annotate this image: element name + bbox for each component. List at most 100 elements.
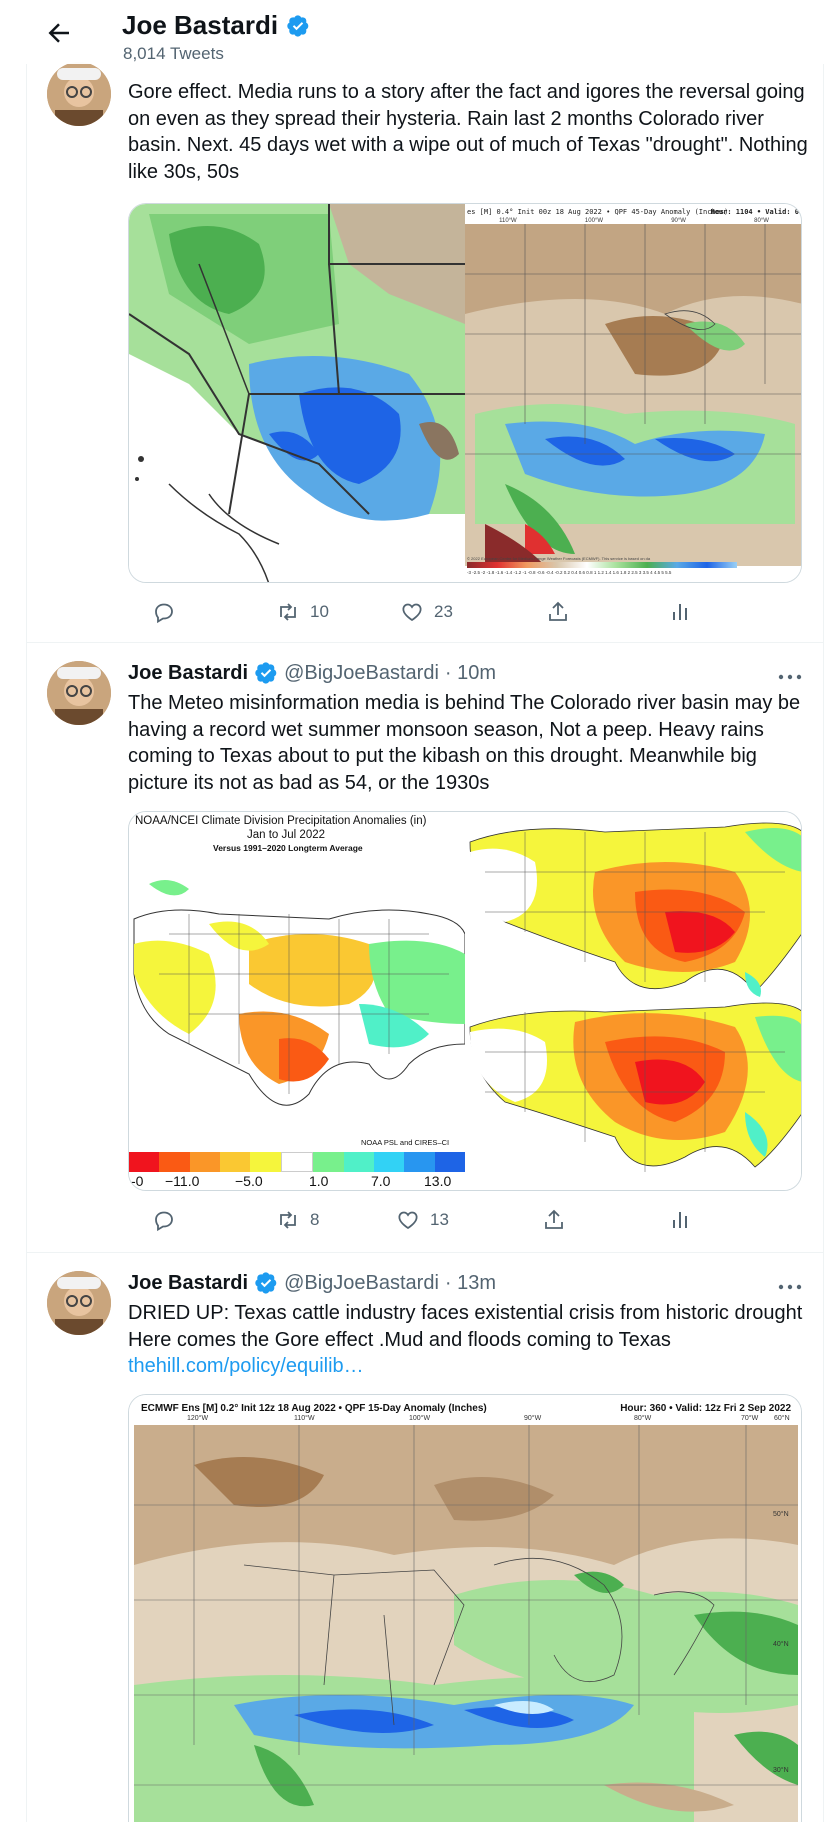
tweet-header: Joe Bastardi @BigJoeBastardi · 13m — [128, 1271, 496, 1295]
author-name[interactable]: Joe Bastardi — [128, 1272, 248, 1295]
lon-label: 70°W — [741, 1415, 759, 1422]
ecmwf-45day-map: es [M] 0.4° Init 00z 18 Aug 2022 • QPF 4… — [465, 204, 801, 582]
map-title-line1: NOAA/NCEI Climate Division Precipitation… — [135, 815, 427, 827]
tweet-link[interactable]: thehill.com/policy/equilib… — [128, 1355, 364, 1377]
scale-swatch — [343, 1152, 374, 1172]
verified-badge-icon — [286, 14, 310, 38]
lon-label: 90°W — [524, 1415, 542, 1422]
verified-badge-icon — [254, 1271, 278, 1295]
share-icon — [549, 601, 567, 621]
tweet-count: 8,014 Tweets — [123, 44, 224, 63]
author-handle[interactable]: @BigJoeBastardi — [284, 662, 439, 685]
tweet[interactable]: Gore effect. Media runs to a story after… — [27, 40, 824, 643]
scale-label: 7.0 — [371, 1173, 391, 1189]
scale-swatch — [280, 1152, 314, 1172]
map-credit: © 2022 European Centre for Medium-Range … — [467, 556, 651, 561]
tweet-time[interactable]: · 10m — [445, 662, 496, 685]
back-arrow-icon — [48, 23, 69, 43]
southwest-precip-map — [129, 204, 465, 582]
avatar[interactable] — [47, 661, 111, 725]
retweet-count: 10 — [310, 602, 329, 621]
avatar[interactable] — [47, 62, 111, 126]
reply-icon — [155, 1211, 173, 1232]
scale-labels: -0 −11.0 −5.0 1.0 7.0 13.0 — [129, 1173, 465, 1190]
tweet-text: The Meteo misinformation media is behind… — [128, 692, 801, 794]
scale-swatch — [250, 1152, 281, 1172]
more-button[interactable] — [776, 667, 804, 687]
share-button[interactable] — [546, 597, 570, 627]
analytics-button[interactable] — [668, 1205, 692, 1235]
ecmwf-15day-map: ECMWF Ens [M] 0.2° Init 12z 18 Aug 2022 … — [129, 1395, 801, 1822]
scale-label: 1.0 — [309, 1173, 329, 1189]
like-button[interactable]: 23 — [400, 597, 453, 627]
retweet-icon — [280, 1211, 296, 1229]
scale-swatch — [404, 1152, 435, 1172]
more-icon — [778, 674, 802, 680]
map-scale-labels: -3 -2.5 -2 -1.8 -1.6 -1.4 -1.2 -1 -0.8 -… — [467, 570, 672, 575]
tweet-media[interactable]: ECMWF Ens [M] 0.2° Init 12z 18 Aug 2022 … — [128, 1394, 802, 1822]
scale-swatch — [373, 1152, 405, 1172]
tweet-text: Gore effect. Media runs to a story after… — [128, 81, 808, 183]
retweet-button[interactable]: 8 — [276, 1205, 319, 1235]
tweet-media[interactable]: es [M] 0.4° Init 00z 18 Aug 2022 • QPF 4… — [128, 203, 802, 583]
scale-swatch — [189, 1152, 221, 1172]
map-credit: NOAA PSL and CIRES–CI — [361, 1138, 450, 1147]
scale-label: 13.0 — [424, 1173, 452, 1189]
analytics-button[interactable] — [668, 597, 692, 627]
tweet-time[interactable]: · 13m — [445, 1272, 496, 1295]
analytics-icon — [673, 604, 687, 620]
tweet-text-body: DRIED UP: Texas cattle industry faces ex… — [128, 1302, 803, 1351]
scale-swatch — [434, 1152, 465, 1172]
author-name[interactable]: Joe Bastardi — [128, 662, 248, 685]
scale-swatch — [129, 1152, 160, 1172]
tweet[interactable]: Joe Bastardi @BigJoeBastardi · 10m The M… — [27, 643, 824, 1253]
retweet-count: 8 — [310, 1210, 320, 1229]
scale-swatch — [159, 1152, 190, 1172]
tweet-media[interactable]: NOAA/NCEI Climate Division Precipitation… — [128, 811, 802, 1191]
analytics-icon — [673, 1212, 687, 1228]
tweet[interactable]: Joe Bastardi @BigJoeBastardi · 13m DRIED… — [27, 1253, 824, 1822]
map-title: ECMWF Ens [M] 0.2° Init 12z 18 Aug 2022 … — [141, 1403, 487, 1414]
like-icon — [402, 603, 422, 622]
more-icon — [778, 1284, 802, 1290]
tweet-header: Joe Bastardi @BigJoeBastardi · 10m — [128, 661, 496, 685]
profile-name-text: Joe Bastardi — [122, 10, 279, 40]
tweet-actions: 8 13 — [128, 1205, 748, 1235]
lat-label: 50°N — [773, 1511, 789, 1518]
map-lat-labels: 50°N 40°N 30°N — [773, 1395, 797, 1822]
author-handle[interactable]: @BigJoeBastardi — [284, 1272, 439, 1295]
tweet-text: DRIED UP: Texas cattle industry faces ex… — [128, 1300, 808, 1380]
profile-name: Joe Bastardi — [122, 10, 310, 41]
reply-button[interactable] — [152, 1205, 176, 1235]
map-hour: Hour: 1104 • Valid: 0 — [710, 208, 799, 216]
lon-label: 80°W — [634, 1415, 652, 1422]
like-button[interactable]: 13 — [396, 1205, 449, 1235]
avatar[interactable] — [47, 1271, 111, 1335]
verified-badge-icon — [254, 661, 278, 685]
map-title: es [M] 0.4° Init 00z 18 Aug 2022 • QPF 4… — [467, 208, 729, 216]
scale-label: -0 — [131, 1173, 144, 1189]
profile-header: Joe Bastardi 8,014 Tweets — [0, 0, 828, 64]
reply-icon — [155, 603, 173, 624]
map-title-line2: Jan to Jul 2022 — [247, 829, 326, 841]
map-title-line3: Versus 1991–2020 Longterm Average — [213, 843, 363, 853]
more-button[interactable] — [776, 1277, 804, 1297]
like-count: 23 — [434, 602, 453, 621]
historic-drought-maps — [465, 812, 801, 1190]
map-hour: Hour: 360 • Valid: 12z Fri 2 Sep 2022 — [620, 1403, 791, 1414]
lat-label: 40°N — [773, 1641, 789, 1648]
color-scale — [129, 1152, 465, 1172]
share-button[interactable] — [542, 1205, 566, 1235]
scale-swatch — [220, 1152, 251, 1172]
noaa-anomaly-map: NOAA/NCEI Climate Division Precipitation… — [129, 812, 465, 1190]
reply-button[interactable] — [152, 597, 176, 627]
lat-label: 30°N — [773, 1767, 789, 1774]
lon-label: 110°W — [294, 1415, 315, 1422]
scale-label: −11.0 — [165, 1173, 200, 1189]
scale-swatch — [313, 1152, 344, 1172]
scale-label: −5.0 — [235, 1173, 263, 1189]
back-button[interactable] — [44, 18, 74, 48]
like-count: 13 — [430, 1210, 449, 1229]
retweet-button[interactable]: 10 — [276, 597, 329, 627]
like-icon — [398, 1211, 418, 1230]
